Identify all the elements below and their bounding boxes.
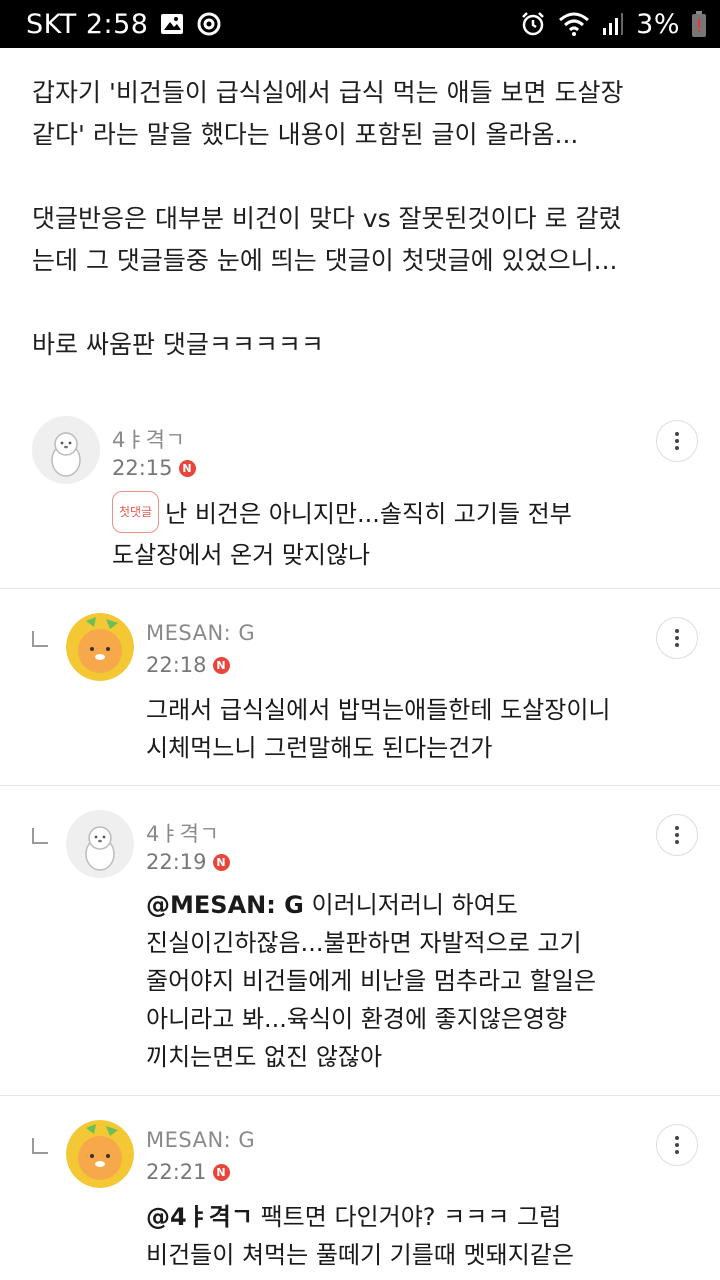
reply-indicator-icon [32,1138,48,1154]
lion-avatar-icon [66,1120,134,1188]
comment-time: 22:21 N [146,1160,230,1184]
status-bar: SKT 2:58 3% [0,0,720,48]
bear-avatar-icon [32,416,100,484]
first-comment-badge: 첫댓글 [112,491,160,533]
comment-author[interactable]: 4ㅑ격ㄱ [146,818,219,848]
wifi-icon [558,11,590,37]
time-text: 22:21 [146,1160,207,1184]
bear-avatar-icon [66,810,134,878]
comment-text: 첫댓글 난 비건은 아니지만...솔직히 고기들 전부 도살장에서 온거 맞지않나 [112,491,572,574]
comment-item: MESAN: G 22:18 N 그래서 급식실에서 밥먹는애들한테 도살장이니… [0,588,720,785]
more-options-button[interactable] [656,814,698,856]
sync-icon [196,11,222,37]
avatar[interactable] [66,810,134,878]
time-text: 22:15 [112,456,173,480]
avatar[interactable] [66,613,134,681]
avatar[interactable] [32,416,100,484]
comment-text: @4ㅑ격ㄱ 팩트면 다인거야? ㅋㅋㅋ 그럼 비건들이 쳐먹는 풀떼기 기를때 … [146,1203,574,1269]
alarm-icon [520,11,546,37]
comment-author[interactable]: 4ㅑ격ㄱ [112,424,185,454]
time-text: 22:19 [146,850,207,874]
comment-time: 22:19 N [146,850,230,874]
comment-author[interactable]: MESAN: G [146,621,255,645]
new-badge: N [212,656,230,674]
time-text: 22:18 [146,653,207,677]
reply-indicator-icon [32,828,48,844]
post-line: 바로 싸움판 댓글ㅋㅋㅋㅋㅋ [32,330,324,359]
post-line: 같다' 라는 말을 했다는 내용이 포함된 글이 올라옴... [32,120,579,149]
post-content-area[interactable]: 갑자기 '비건들이 급식실에서 급식 먹는 애들 보면 도살장 같다' 라는 말… [0,48,720,1280]
post-line: 댓글반응은 대부분 비건이 맞다 vs 잘못된것이다 로 갈렸 [32,204,622,233]
more-options-button[interactable] [656,420,698,462]
carrier-time: SKT 2:58 [26,8,149,40]
mention-link[interactable]: @4ㅑ격ㄱ [146,1203,253,1231]
mention-link[interactable]: @MESAN: G [146,891,304,919]
comment-item: 4ㅑ격ㄱ 22:15 N 첫댓글 난 비건은 아니지만...솔직히 고기들 전부 … [0,400,720,588]
signal-icon [602,12,624,36]
more-options-button[interactable] [656,617,698,659]
post-line: 는데 그 댓글들중 눈에 띄는 댓글이 첫댓글에 있었으니... [32,246,618,275]
comment-item: 4ㅑ격ㄱ 22:19 N @MESAN: G 이러니저러니 하여도 진실이긴하잖… [0,785,720,1095]
comment-text: 그래서 급식실에서 밥먹는애들한테 도살장이니 시체먹느니 그런말해도 된다는건… [146,696,611,762]
battery-icon [692,11,706,37]
lion-avatar-icon [66,613,134,681]
post-body: 갑자기 '비건들이 급식실에서 급식 먹는 애들 보면 도살장 같다' 라는 말… [32,72,692,366]
new-badge: N [212,1163,230,1181]
post-line: 갑자기 '비건들이 급식실에서 급식 먹는 애들 보면 도살장 [32,78,624,107]
comment-text: @MESAN: G 이러니저러니 하여도 진실이긴하잖음...불판하면 자발적으… [146,891,597,1071]
battery-percent: 3% [636,8,680,40]
comment-time: 22:18 N [146,653,230,677]
more-options-button[interactable] [656,1124,698,1166]
comment-time: 22:15 N [112,456,196,480]
new-badge: N [212,853,230,871]
new-badge: N [178,459,196,477]
comment-item: MESAN: G 22:21 N @4ㅑ격ㄱ 팩트면 다인거야? ㅋㅋㅋ 그럼 … [0,1095,720,1280]
reply-indicator-icon [32,631,48,647]
gallery-icon [160,13,184,35]
avatar[interactable] [66,1120,134,1188]
comment-author[interactable]: MESAN: G [146,1128,255,1152]
